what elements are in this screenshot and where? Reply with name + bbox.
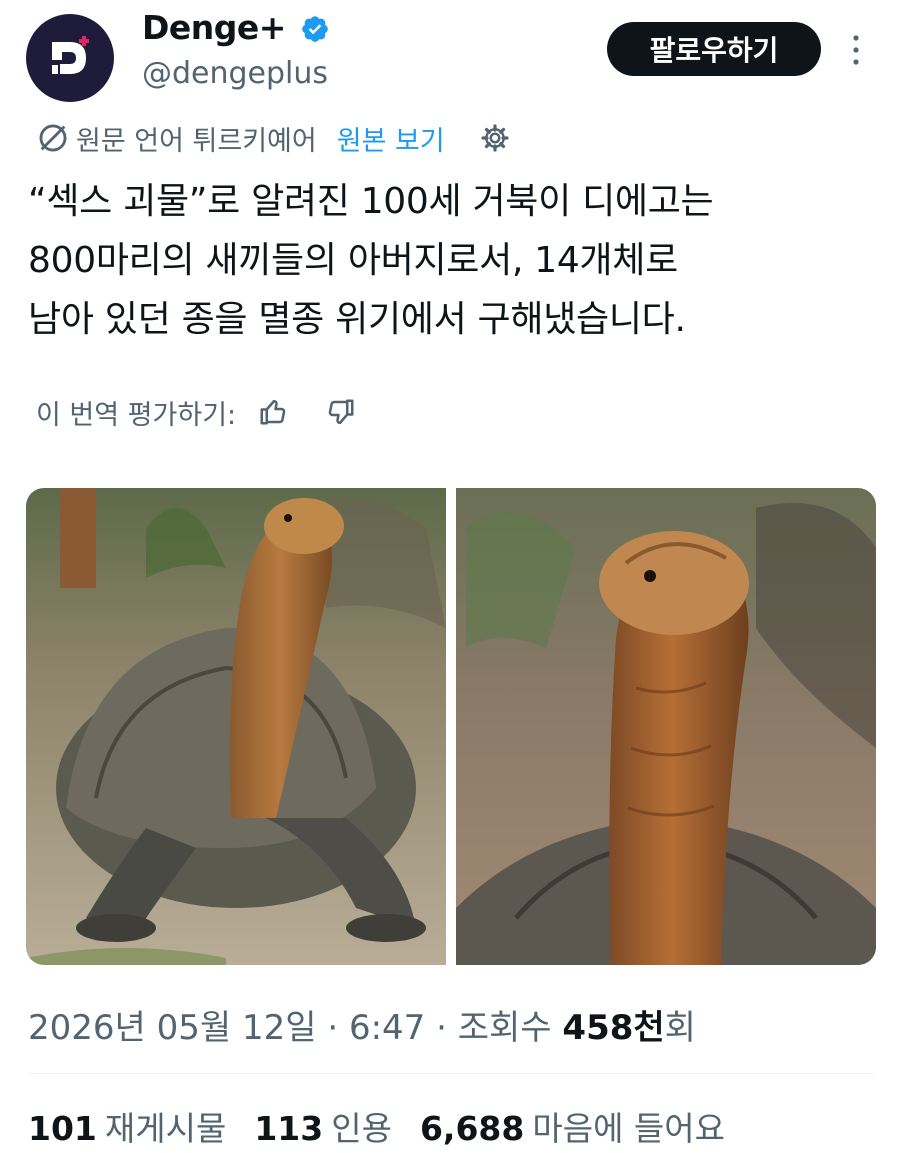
likes-count: 6,688 [419,1109,525,1148]
handle[interactable]: @dengeplus [142,56,328,91]
tortoise-photo-full[interactable] [26,488,446,965]
reposts-stat[interactable]: 101 재게시물 [28,1102,226,1150]
likes-stat[interactable]: 6,688 마음에 들어요 [420,1102,725,1150]
thumbs-down-icon[interactable] [326,397,356,427]
likes-label: 마음에 들어요 [532,1109,726,1148]
reposts-label: 재게시물 [104,1109,227,1148]
engagement-stats: 101 재게시물 113 인용 6,688 마음에 들어요 [28,1102,725,1150]
translation-notice: 원문 언어 튀르키예어 원본 보기 [36,118,511,158]
divider [28,1073,874,1074]
views-count: 458천 [562,1008,665,1048]
reposts-count: 101 [28,1109,97,1148]
quotes-stat[interactable]: 113 인용 [254,1102,392,1150]
globe-slash-icon [39,124,67,152]
tweet-line: 800마리의 새끼들의 아버지로서, 14개체로 [28,240,678,281]
views-label: 조회수 [457,1008,563,1048]
verified-badge-icon [302,16,328,42]
tweet-line: 남아 있던 종을 멸종 위기에서 구해냈습니다. [28,299,686,340]
follow-button[interactable]: 팔로우하기 [607,22,821,76]
quotes-count: 113 [254,1109,324,1148]
tortoise-full-image [26,488,446,965]
tweet-line: “섹스 괴물”로 알려진 100세 거북이 디에고는 [28,181,714,222]
avatar[interactable] [26,14,114,102]
dengeplus-logo-icon [52,36,89,74]
more-icon[interactable] [846,30,866,70]
gear-icon[interactable] [479,122,511,154]
tweet-meta: 2026년 05월 12일 · 6:47 · 조회수 458천회 [28,1000,696,1049]
views-suffix: 회 [664,1008,696,1048]
meta-separator: · [425,1008,458,1048]
media-grid [26,488,876,965]
tweet-text: “섹스 괴물”로 알려진 100세 거북이 디에고는 800마리의 새끼들의 아… [28,172,878,349]
rating-label: 이 번역 평가하기: [36,399,237,431]
tweet-time[interactable]: 6:47 [349,1008,425,1048]
show-original-link[interactable]: 원본 보기 [337,119,445,158]
translation-rating: 이 번역 평가하기: [36,392,356,432]
quotes-label: 인용 [331,1109,392,1148]
display-name[interactable]: Denge+ [142,8,286,47]
meta-separator: · [316,1008,349,1048]
tortoise-photo-closeup[interactable] [456,488,876,965]
thumbs-up-icon[interactable] [258,397,288,427]
tortoise-closeup-image [456,488,876,965]
translation-notice-text: 원문 언어 튀르키예어 [76,125,317,157]
tweet-date[interactable]: 2026년 05월 12일 [28,1008,317,1048]
